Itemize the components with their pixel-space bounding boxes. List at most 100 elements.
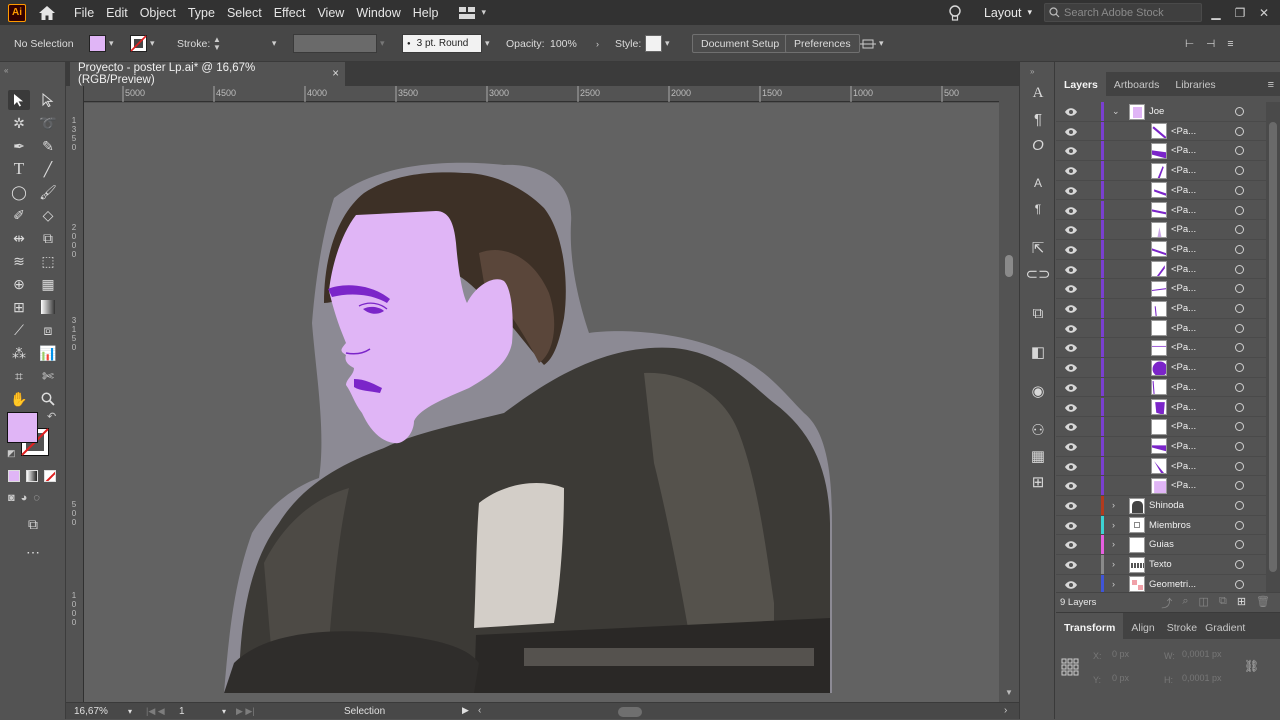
visibility-eye-icon[interactable] <box>1064 560 1078 570</box>
stroke-swatch[interactable]: ▾ <box>130 25 155 62</box>
home-icon[interactable] <box>38 5 56 21</box>
tab-artboards[interactable]: Artboards <box>1106 79 1168 96</box>
target-circle-icon[interactable] <box>1235 501 1244 510</box>
fill-color-box[interactable] <box>7 412 38 443</box>
visibility-eye-icon[interactable] <box>1064 462 1078 472</box>
status-menu-arrow-icon[interactable]: ▶ <box>462 705 469 716</box>
more-tools-icon[interactable]: ⋯ <box>22 542 44 562</box>
sublayer-path[interactable]: <Pa... <box>1056 417 1266 437</box>
layer-row-shinoda[interactable]: › Shinoda <box>1056 496 1266 516</box>
sublayer-path[interactable]: <Pa... <box>1056 220 1266 240</box>
artboard-tool-icon[interactable]: ⌗ <box>8 366 30 386</box>
layer-row-guias[interactable]: › Guias <box>1056 535 1266 556</box>
symbols-icon[interactable]: ⊞ <box>1027 471 1049 493</box>
target-circle-icon[interactable] <box>1235 205 1244 215</box>
opentype-panel-icon[interactable]: O <box>1027 134 1049 156</box>
sublayer-path[interactable]: <Pa... <box>1056 180 1266 201</box>
delete-layer-icon[interactable]: 🗑 <box>1256 595 1270 611</box>
hand-tool-icon[interactable]: ✋ <box>8 389 30 409</box>
sublayer-path[interactable]: <Pa... <box>1056 279 1266 299</box>
layer-row-texto[interactable]: › Texto <box>1056 555 1266 575</box>
target-circle-icon[interactable] <box>1235 304 1244 313</box>
restore-icon[interactable]: ❐ <box>1230 3 1250 23</box>
opacity-input[interactable]: 100% › <box>545 25 599 62</box>
visibility-eye-icon[interactable] <box>1064 481 1078 491</box>
gradient-mode-icon[interactable] <box>26 470 38 482</box>
close-icon[interactable]: ✕ <box>1254 3 1274 23</box>
panel-menu-icon[interactable]: ≡ <box>1227 38 1233 50</box>
document-setup-button[interactable]: Document Setup <box>692 25 789 62</box>
paragraph-panel-icon[interactable]: ¶ <box>1027 108 1049 130</box>
draw-inside-icon[interactable]: ◌ <box>33 492 40 504</box>
scroll-thumb[interactable] <box>1269 122 1277 572</box>
constrain-proportions-icon[interactable]: ⛓ <box>1244 659 1259 673</box>
target-circle-icon[interactable] <box>1235 422 1244 432</box>
visibility-eye-icon[interactable] <box>1064 245 1078 255</box>
sublayer-path[interactable]: <Pa... <box>1056 436 1266 457</box>
menu-type[interactable]: Type <box>184 6 223 20</box>
target-circle-icon[interactable] <box>1235 363 1244 373</box>
visibility-eye-icon[interactable] <box>1064 521 1078 531</box>
none-mode-icon[interactable] <box>44 470 56 482</box>
gradient-tool-icon[interactable] <box>37 297 59 317</box>
menu-effect[interactable]: Effect <box>270 6 314 20</box>
menu-window[interactable]: Window <box>352 6 408 20</box>
visibility-eye-icon[interactable] <box>1064 304 1078 314</box>
sublayer-path[interactable]: <Pa... <box>1056 161 1266 181</box>
lightbulb-icon[interactable] <box>948 4 962 22</box>
selection-tool-icon[interactable] <box>8 90 30 110</box>
fill-swatch[interactable]: ▾ <box>89 25 114 62</box>
pathfinder-icon[interactable]: ◧ <box>1027 341 1049 363</box>
scale-tool-icon[interactable]: ⧉ <box>37 228 59 248</box>
target-circle-icon[interactable] <box>1235 540 1244 550</box>
layers-scrollbar[interactable] <box>1266 102 1280 592</box>
sublayer-path[interactable]: <Pa... <box>1056 377 1266 398</box>
menu-view[interactable]: View <box>313 6 352 20</box>
reference-point-icon[interactable] <box>1061 658 1079 676</box>
variable-width-profile[interactable]: ▾ <box>293 25 385 62</box>
visibility-eye-icon[interactable] <box>1064 403 1078 413</box>
appearance-icon[interactable]: ◉ <box>1027 380 1049 402</box>
swatches-icon[interactable]: ▦ <box>1027 445 1049 467</box>
shaper-tool-icon[interactable]: ✐ <box>8 205 30 225</box>
graphic-style-swatch[interactable]: ▾ <box>645 25 670 62</box>
target-circle-icon[interactable] <box>1235 166 1244 176</box>
type-tool-icon[interactable]: T <box>8 159 30 179</box>
layer-row-geometri[interactable]: › Geometri... <box>1056 574 1266 592</box>
menu-edit[interactable]: Edit <box>102 6 136 20</box>
stroke-weight-stepper[interactable]: ▲ ▼ ▾ <box>213 25 276 62</box>
target-circle-icon[interactable] <box>1235 244 1244 254</box>
target-circle-icon[interactable] <box>1235 579 1244 589</box>
visibility-eye-icon[interactable] <box>1064 343 1078 353</box>
eraser-icon[interactable]: ◇ <box>37 205 59 225</box>
visibility-eye-icon[interactable] <box>1064 146 1078 156</box>
chevron-right-icon[interactable]: › <box>1112 520 1115 530</box>
vertical-ruler[interactable]: 1350 2000 3150 500 1000 <box>66 86 84 702</box>
visibility-eye-icon[interactable] <box>1064 166 1078 176</box>
w-input[interactable]: 0,0001 px <box>1178 649 1238 664</box>
column-graph-icon[interactable]: 📊 <box>37 343 59 363</box>
eyedropper-icon[interactable]: ⟋ <box>8 320 30 340</box>
sublayer-path[interactable]: <Pa... <box>1056 358 1266 378</box>
visibility-eye-icon[interactable] <box>1064 383 1078 393</box>
target-circle-icon[interactable] <box>1235 560 1244 570</box>
horizontal-scroll-thumb[interactable] <box>618 707 642 717</box>
lasso-icon[interactable]: ➰ <box>37 113 59 133</box>
symbol-sprayer-icon[interactable]: ⁂ <box>8 343 30 363</box>
layer-row-joe[interactable]: ⌄ Joe <box>1056 102 1266 122</box>
menu-help[interactable]: Help <box>409 6 447 20</box>
sublayer-path[interactable]: <Pa... <box>1056 456 1266 477</box>
character-panel-icon[interactable]: A <box>1027 82 1049 104</box>
tab-libraries[interactable]: Libraries <box>1167 79 1223 96</box>
warp-tool-icon[interactable]: ≋ <box>8 251 30 271</box>
y-input[interactable]: 0 px <box>1108 673 1160 688</box>
export-icon[interactable]: ⇱ <box>1027 237 1049 259</box>
target-circle-icon[interactable] <box>1235 185 1244 195</box>
target-circle-icon[interactable] <box>1235 481 1244 491</box>
sublayer-path[interactable]: <Pa... <box>1056 397 1266 418</box>
document-tab[interactable]: Proyecto - poster Lp.ai* @ 16,67% (RGB/P… <box>70 62 345 86</box>
visibility-eye-icon[interactable] <box>1064 127 1078 137</box>
visibility-eye-icon[interactable] <box>1064 324 1078 334</box>
target-circle-icon[interactable] <box>1235 284 1244 294</box>
layer-row-miembros[interactable]: › Miembros <box>1056 515 1266 536</box>
